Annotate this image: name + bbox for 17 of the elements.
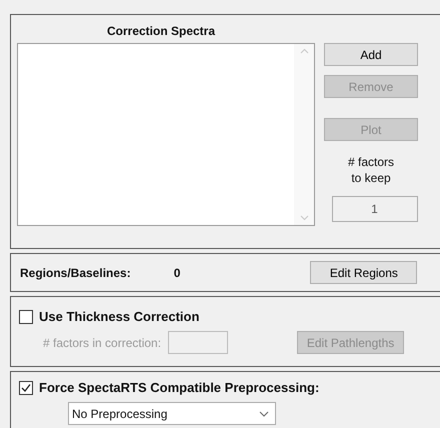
factors-label: # factors to keep xyxy=(346,154,396,186)
scroll-down-icon[interactable] xyxy=(300,215,308,221)
scrollbar[interactable] xyxy=(294,44,314,225)
action-button[interactable]: Add xyxy=(324,43,418,66)
regions-label: Regions/Baselines: xyxy=(20,266,131,280)
caret-icon xyxy=(259,410,269,416)
edit-regions-button[interactable]: Edit Regions xyxy=(310,261,418,284)
scroll-up-icon[interactable] xyxy=(300,48,308,54)
factors-in-correction-label: # factors in correction: xyxy=(43,336,162,350)
preprocessing-dropdown[interactable]: No Preprocessing xyxy=(68,402,276,425)
checkbox[interactable] xyxy=(19,380,33,394)
factors-field[interactable]: 1 xyxy=(332,196,418,222)
preprocessing-label: Force SpectaRTS Compatible Preprocessing: xyxy=(39,380,320,395)
regions-count: 0 xyxy=(174,266,180,280)
thickness-label: Use Thickness Correction xyxy=(39,309,200,324)
spectra-list[interactable] xyxy=(17,43,315,226)
panel-title: Correction Spectra xyxy=(106,24,216,38)
